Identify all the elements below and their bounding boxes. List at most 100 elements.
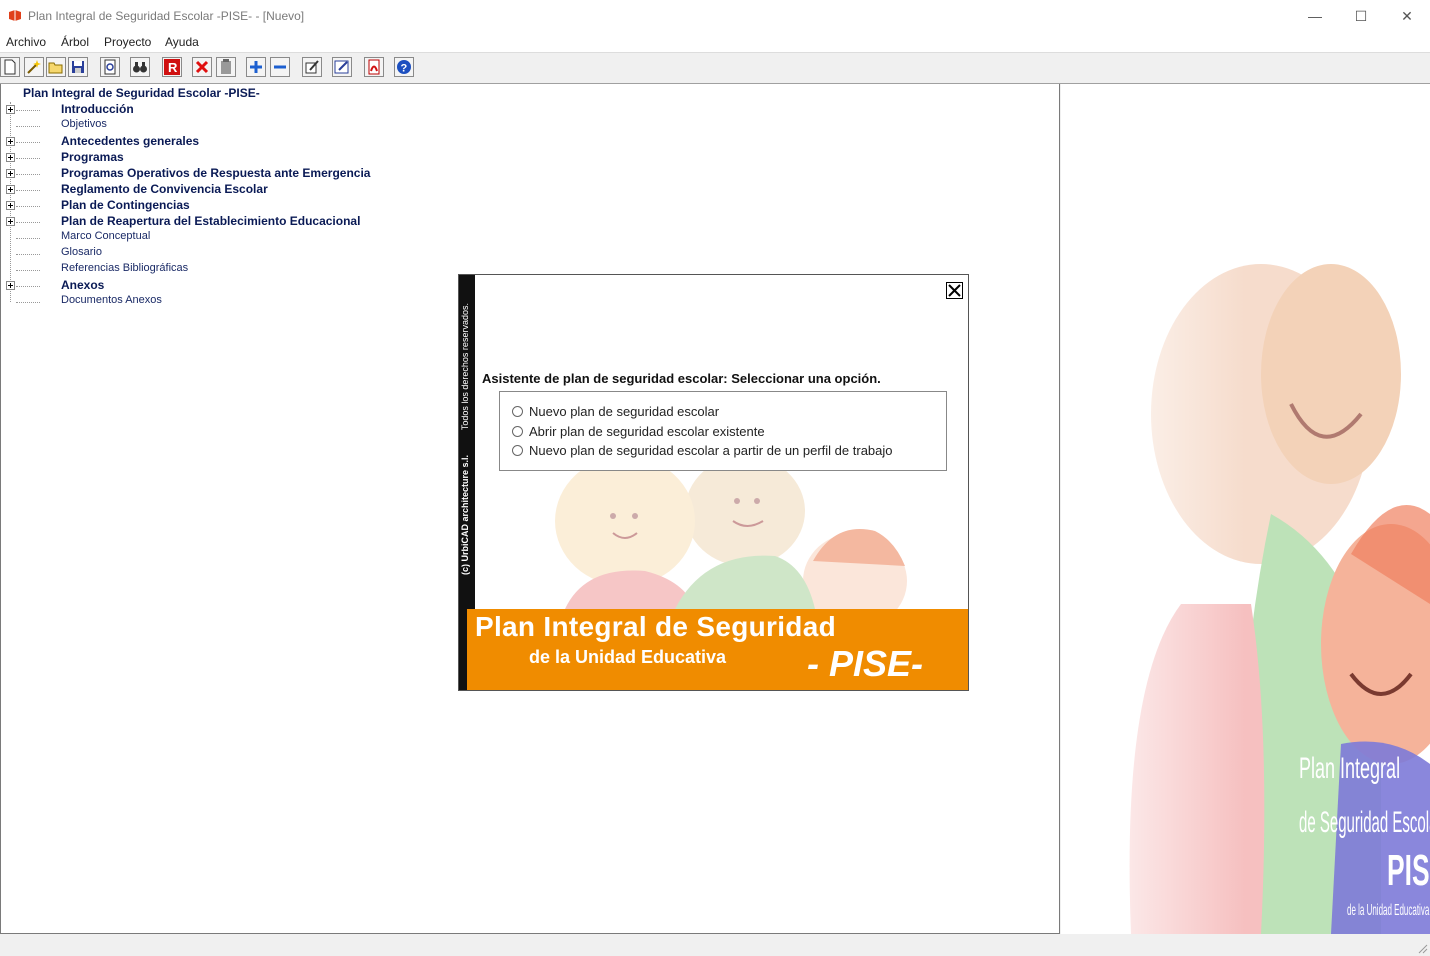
tree-connector — [16, 110, 40, 111]
tree-item[interactable]: Marco Conceptual — [1, 230, 601, 246]
tree-connector — [16, 238, 40, 239]
save-button[interactable] — [68, 57, 88, 77]
option-new-plan[interactable]: Nuevo plan de seguridad escolar — [512, 404, 719, 422]
options-group: Nuevo plan de seguridad escolar Abrir pl… — [499, 391, 947, 471]
tree-item[interactable]: Programas — [1, 150, 601, 166]
children-art — [555, 456, 907, 629]
dialog-close-button[interactable] — [946, 282, 963, 299]
banner-subtitle: de la Unidad Educativa — [529, 647, 727, 667]
tree-item[interactable]: Reglamento de Convivencia Escolar — [1, 182, 601, 198]
watermark-line2: de Seguridad Escolar — [1299, 806, 1430, 839]
tree-item-label[interactable]: Documentos Anexos — [61, 294, 162, 306]
radio-open-plan[interactable] — [512, 426, 523, 437]
option-plan-from-profile[interactable]: Nuevo plan de seguridad escolar a partir… — [512, 443, 893, 461]
option-open-plan[interactable]: Abrir plan de seguridad escolar existent… — [512, 424, 765, 442]
expand-plus-icon[interactable] — [6, 281, 15, 290]
maximize-button[interactable]: ☐ — [1338, 0, 1384, 32]
tree-item-label[interactable]: Marco Conceptual — [61, 230, 150, 242]
pdf-icon — [368, 59, 380, 75]
close-window-button[interactable]: ✕ — [1384, 0, 1430, 32]
tree-item-label[interactable]: Programas — [61, 150, 124, 164]
status-bar — [0, 934, 1430, 956]
expand-plus-icon[interactable] — [6, 201, 15, 210]
tree-connector — [16, 302, 40, 303]
help-icon: ? — [397, 60, 411, 75]
toolbar: R ? — [0, 53, 1430, 84]
menu-arbol[interactable]: Árbol — [61, 35, 89, 49]
expand-plus-icon[interactable] — [6, 185, 15, 194]
menu-ayuda[interactable]: Ayuda — [165, 35, 199, 49]
expand-plus-icon[interactable] — [6, 153, 15, 162]
find-button[interactable] — [130, 57, 150, 77]
expand-plus-icon[interactable] — [6, 169, 15, 178]
edit-button[interactable] — [302, 57, 322, 77]
expand-plus-icon[interactable] — [6, 137, 15, 146]
tree-connector — [16, 286, 40, 287]
watermark-line1: Plan Integral — [1299, 752, 1401, 785]
tree-item[interactable]: Objetivos — [1, 118, 601, 134]
new-button[interactable] — [0, 57, 20, 77]
tree-connector — [16, 126, 40, 127]
tree-item-label[interactable]: Objetivos — [61, 118, 107, 130]
tree-item[interactable]: Programas Operativos de Respuesta ante E… — [1, 166, 601, 182]
expand-plus-icon[interactable] — [6, 105, 15, 114]
watermark-line3: PISE — [1387, 846, 1430, 895]
rights-text: Todos los derechos reservados. — [460, 303, 470, 431]
wizard-dialog: (c) UrbiCAD architecture s.l. Todos los … — [458, 274, 969, 691]
save-icon — [72, 61, 84, 73]
r-button[interactable]: R — [162, 57, 182, 77]
option-plan-from-profile-label: Nuevo plan de seguridad escolar a partir… — [529, 443, 893, 458]
close-icon: ✕ — [1401, 7, 1413, 24]
collapse-minus-icon — [274, 65, 286, 69]
open-button[interactable] — [46, 57, 66, 77]
menu-proyecto[interactable]: Proyecto — [104, 35, 151, 49]
tree-item-label[interactable]: Antecedentes generales — [61, 134, 199, 148]
collapse-button[interactable] — [270, 57, 290, 77]
window-title: Plan Integral de Seguridad Escolar -PISE… — [28, 9, 305, 23]
tree-item-label[interactable]: Plan de Contingencias — [61, 198, 190, 212]
preview-button[interactable] — [100, 57, 120, 77]
tree-item[interactable]: Plan de Reapertura del Establecimiento E… — [1, 214, 601, 230]
dialog-heading: Asistente de plan de seguridad escolar: … — [482, 371, 881, 386]
watermark-line4: de la Unidad Educativa — [1347, 902, 1430, 919]
tree-item-label[interactable]: Reglamento de Convivencia Escolar — [61, 182, 268, 196]
find-icon — [133, 62, 147, 73]
tree-root[interactable]: Plan Integral de Seguridad Escolar -PISE… — [23, 86, 260, 100]
clipboard-button[interactable] — [216, 57, 236, 77]
tree-item-label[interactable]: Plan de Reapertura del Establecimiento E… — [61, 214, 360, 228]
help-button[interactable]: ? — [394, 57, 414, 77]
tree-item[interactable]: Glosario — [1, 246, 601, 262]
tree-item[interactable]: Plan de Contingencias — [1, 198, 601, 214]
tree-item-label[interactable]: Glosario — [61, 246, 102, 258]
resize-grip-icon[interactable] — [1416, 942, 1428, 954]
tree-item-label[interactable]: Programas Operativos de Respuesta ante E… — [61, 166, 370, 180]
edit-icon — [305, 60, 319, 74]
tree-item-label[interactable]: Referencias Bibliográficas — [61, 262, 188, 274]
expand-plus-icon — [250, 61, 262, 73]
tree-connector — [16, 158, 40, 159]
minimize-button[interactable]: — — [1292, 0, 1338, 32]
radio-plan-from-profile[interactable] — [512, 445, 523, 456]
pdf-button[interactable] — [364, 57, 384, 77]
edit-note-button[interactable] — [332, 57, 352, 77]
tree-item[interactable]: Antecedentes generales — [1, 134, 601, 150]
edit-note-icon — [334, 60, 349, 74]
dialog-side-text: (c) UrbiCAD architecture s.l. Todos los … — [460, 275, 470, 575]
menu-bar: Archivo Árbol Proyecto Ayuda — [0, 32, 1430, 53]
tree-connector — [16, 174, 40, 175]
banner-acronym: - PISE- — [807, 643, 924, 684]
tree-item-label[interactable]: Anexos — [61, 278, 104, 292]
tree-item[interactable]: Introducción — [1, 102, 601, 118]
tree-item-label[interactable]: Introducción — [61, 102, 134, 116]
svg-text:?: ? — [401, 63, 408, 75]
wizard-button[interactable] — [24, 57, 44, 77]
r-icon: R — [164, 59, 180, 75]
radio-new-plan[interactable] — [512, 406, 523, 417]
delete-button[interactable] — [192, 57, 212, 77]
menu-archivo[interactable]: Archivo — [6, 35, 46, 49]
title-bar: Plan Integral de Seguridad Escolar -PISE… — [0, 0, 1430, 32]
delete-icon — [195, 60, 209, 74]
expand-button[interactable] — [246, 57, 266, 77]
expand-plus-icon[interactable] — [6, 217, 15, 226]
option-open-plan-label: Abrir plan de seguridad escolar existent… — [529, 424, 765, 439]
